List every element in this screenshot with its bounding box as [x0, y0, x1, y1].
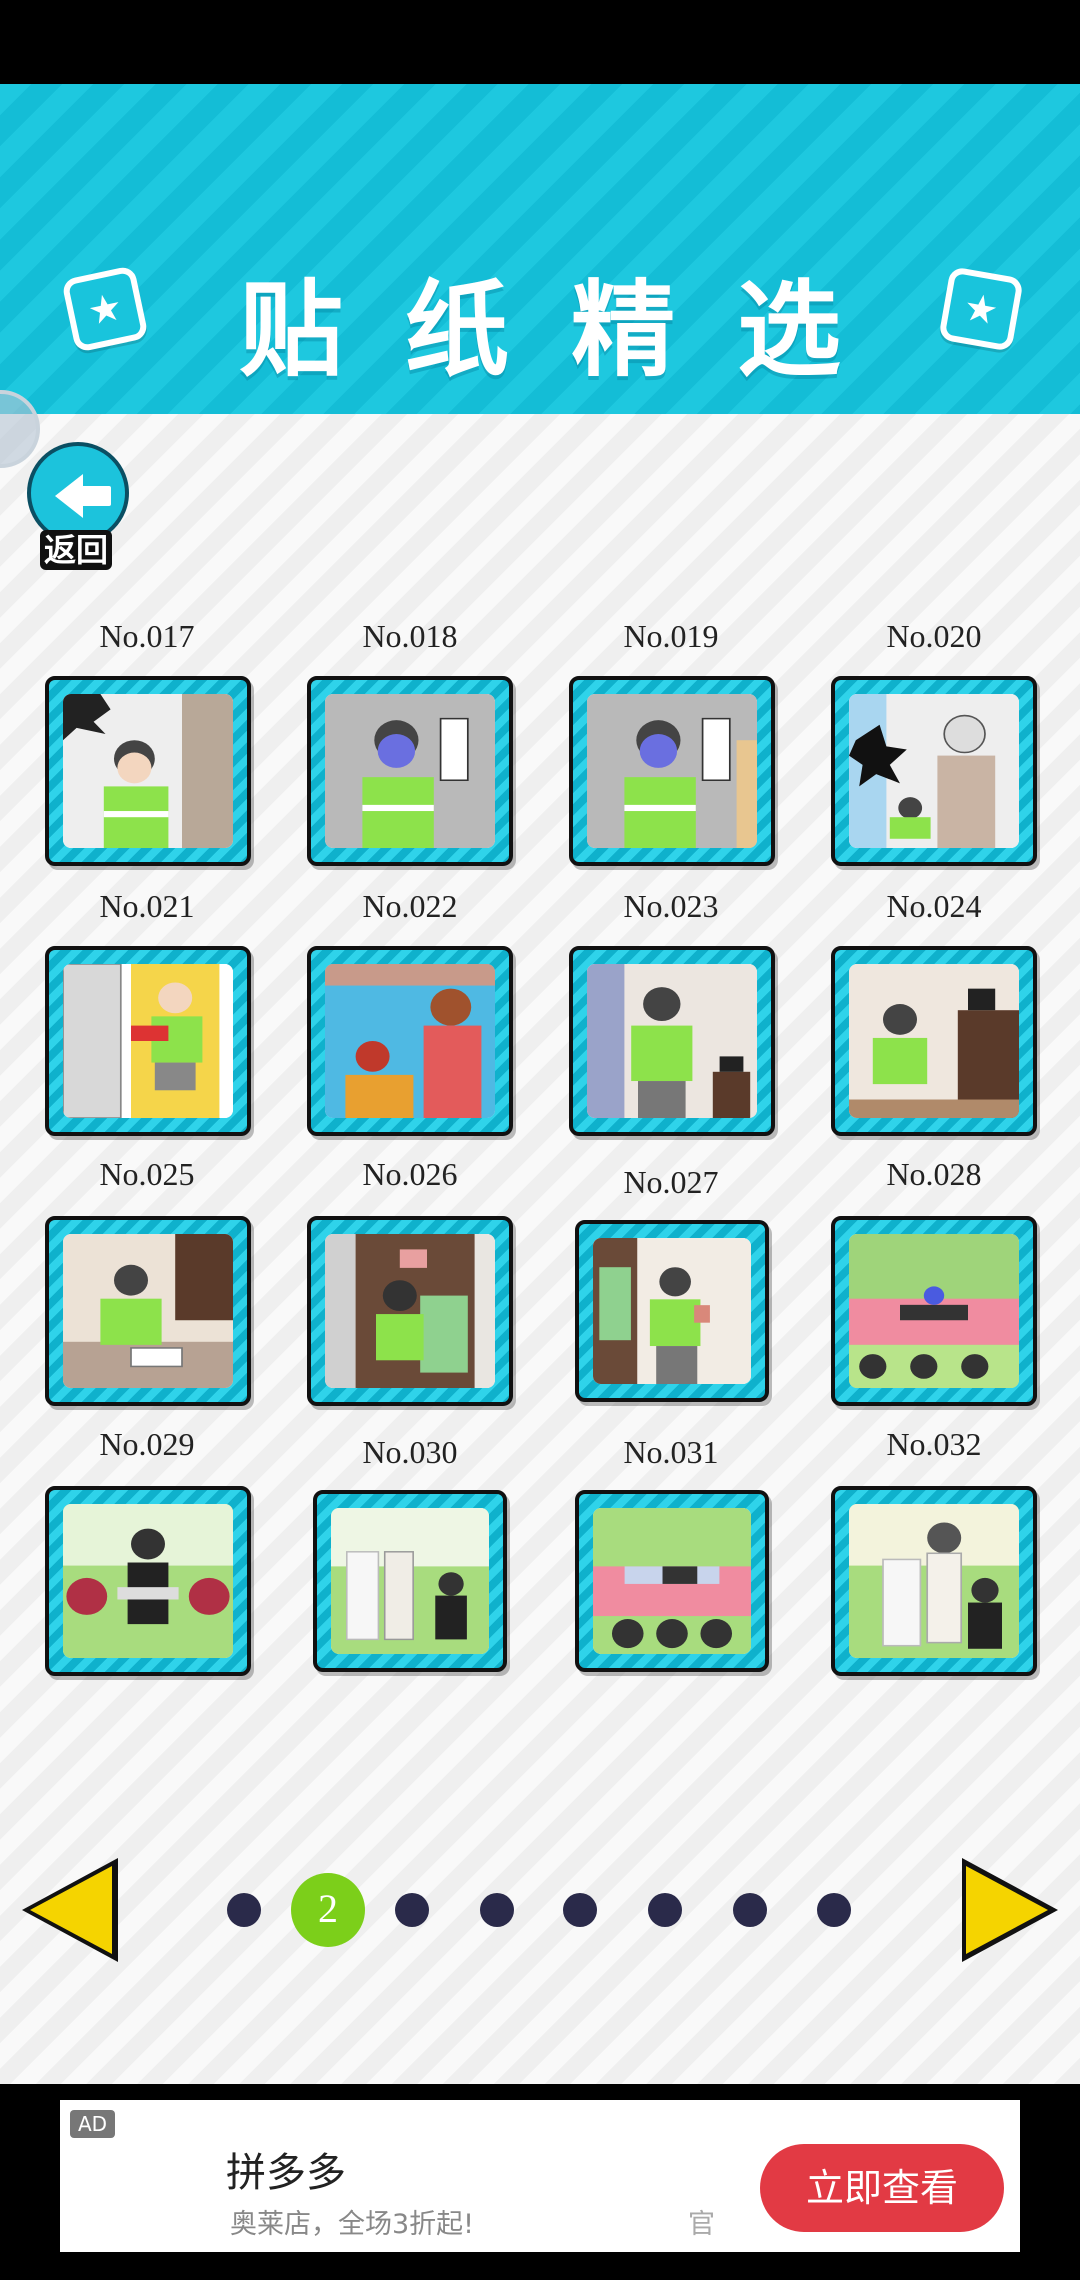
sticker-label: No.032: [886, 1426, 982, 1462]
sticker-label: No.030: [362, 1434, 458, 1470]
sticker-image: [849, 964, 1019, 1118]
page-dot-5[interactable]: [563, 1893, 597, 1927]
back-arrow-tail: [81, 486, 111, 506]
sticker-026[interactable]: [307, 1216, 513, 1406]
sticker-028[interactable]: [831, 1216, 1037, 1406]
sticker-label: No.029: [99, 1426, 195, 1462]
sticker-019[interactable]: [569, 676, 775, 866]
sticker-label: No.022: [362, 888, 458, 924]
ad-cta-button[interactable]: 立即查看: [760, 2144, 1004, 2232]
sticker-label: No.027: [623, 1164, 719, 1200]
sticker-032[interactable]: [831, 1486, 1037, 1676]
sticker-018[interactable]: [307, 676, 513, 866]
sticker-image: [587, 694, 757, 848]
sticker-label: No.017: [99, 618, 195, 654]
sticker-029[interactable]: [45, 1486, 251, 1676]
sticker-020[interactable]: [831, 676, 1037, 866]
back-arrow-icon: [55, 474, 83, 518]
sticker-image: [63, 1234, 233, 1388]
sticker-label: No.031: [623, 1434, 719, 1470]
ad-title: 拼多多: [226, 2150, 346, 2196]
sticker-image: [63, 694, 233, 848]
sticker-022[interactable]: [307, 946, 513, 1136]
sticker-image: [849, 1234, 1019, 1388]
sticker-025[interactable]: [45, 1216, 251, 1406]
sticker-image: [325, 694, 495, 848]
sticker-021[interactable]: [45, 946, 251, 1136]
sticker-image: [63, 1504, 233, 1658]
back-button-circle: [27, 442, 129, 544]
page-dot-active[interactable]: 2: [291, 1873, 365, 1947]
sticker-027[interactable]: [575, 1220, 769, 1402]
sticker-label: No.024: [886, 888, 982, 924]
sticker-label: No.021: [99, 888, 195, 924]
page-dot-7[interactable]: [733, 1893, 767, 1927]
sticker-image: [593, 1508, 751, 1654]
sticker-label: No.026: [362, 1156, 458, 1192]
sticker-label: No.028: [886, 1156, 982, 1192]
page-dot-3[interactable]: [395, 1893, 429, 1927]
sticker-030[interactable]: [313, 1490, 507, 1672]
sticker-017[interactable]: [45, 676, 251, 866]
page-dot-8[interactable]: [817, 1893, 851, 1927]
sticker-label: No.023: [623, 888, 719, 924]
sticker-023[interactable]: [569, 946, 775, 1136]
back-button[interactable]: 返回: [24, 442, 138, 574]
sticker-image: [849, 1504, 1019, 1658]
page-dot-1[interactable]: [227, 1893, 261, 1927]
back-button-label: 返回: [40, 530, 113, 570]
sticker-image: [331, 1508, 489, 1654]
sticker-image: [325, 964, 495, 1118]
sticker-label: No.020: [886, 618, 982, 654]
sticker-image: [63, 964, 233, 1118]
ad-subtitle-extra: 官: [688, 2209, 715, 2240]
ad-tag: AD: [70, 2110, 116, 2138]
sticker-label: No.025: [99, 1156, 195, 1192]
sticker-image: [593, 1238, 751, 1384]
prev-arrow-icon: [30, 1866, 112, 1954]
sticker-024[interactable]: [831, 946, 1037, 1136]
sticker-label: No.018: [362, 618, 458, 654]
sticker-image: [325, 1234, 495, 1388]
ad-subtitle: 奥莱店，全场3折起!: [230, 2209, 475, 2240]
sticker-label: No.019: [623, 618, 719, 654]
page-dot-6[interactable]: [648, 1893, 682, 1927]
ad-banner[interactable]: AD 拼多多 奥莱店，全场3折起! 官 立即查看: [60, 2100, 1020, 2252]
page-title: 贴纸精选: [238, 269, 903, 391]
status-bar: [0, 0, 1080, 84]
page-dot-4[interactable]: [480, 1893, 514, 1927]
sticker-image: [587, 964, 757, 1118]
next-arrow-icon: [966, 1866, 1048, 1954]
sticker-031[interactable]: [575, 1490, 769, 1672]
sticker-image: [849, 694, 1019, 848]
